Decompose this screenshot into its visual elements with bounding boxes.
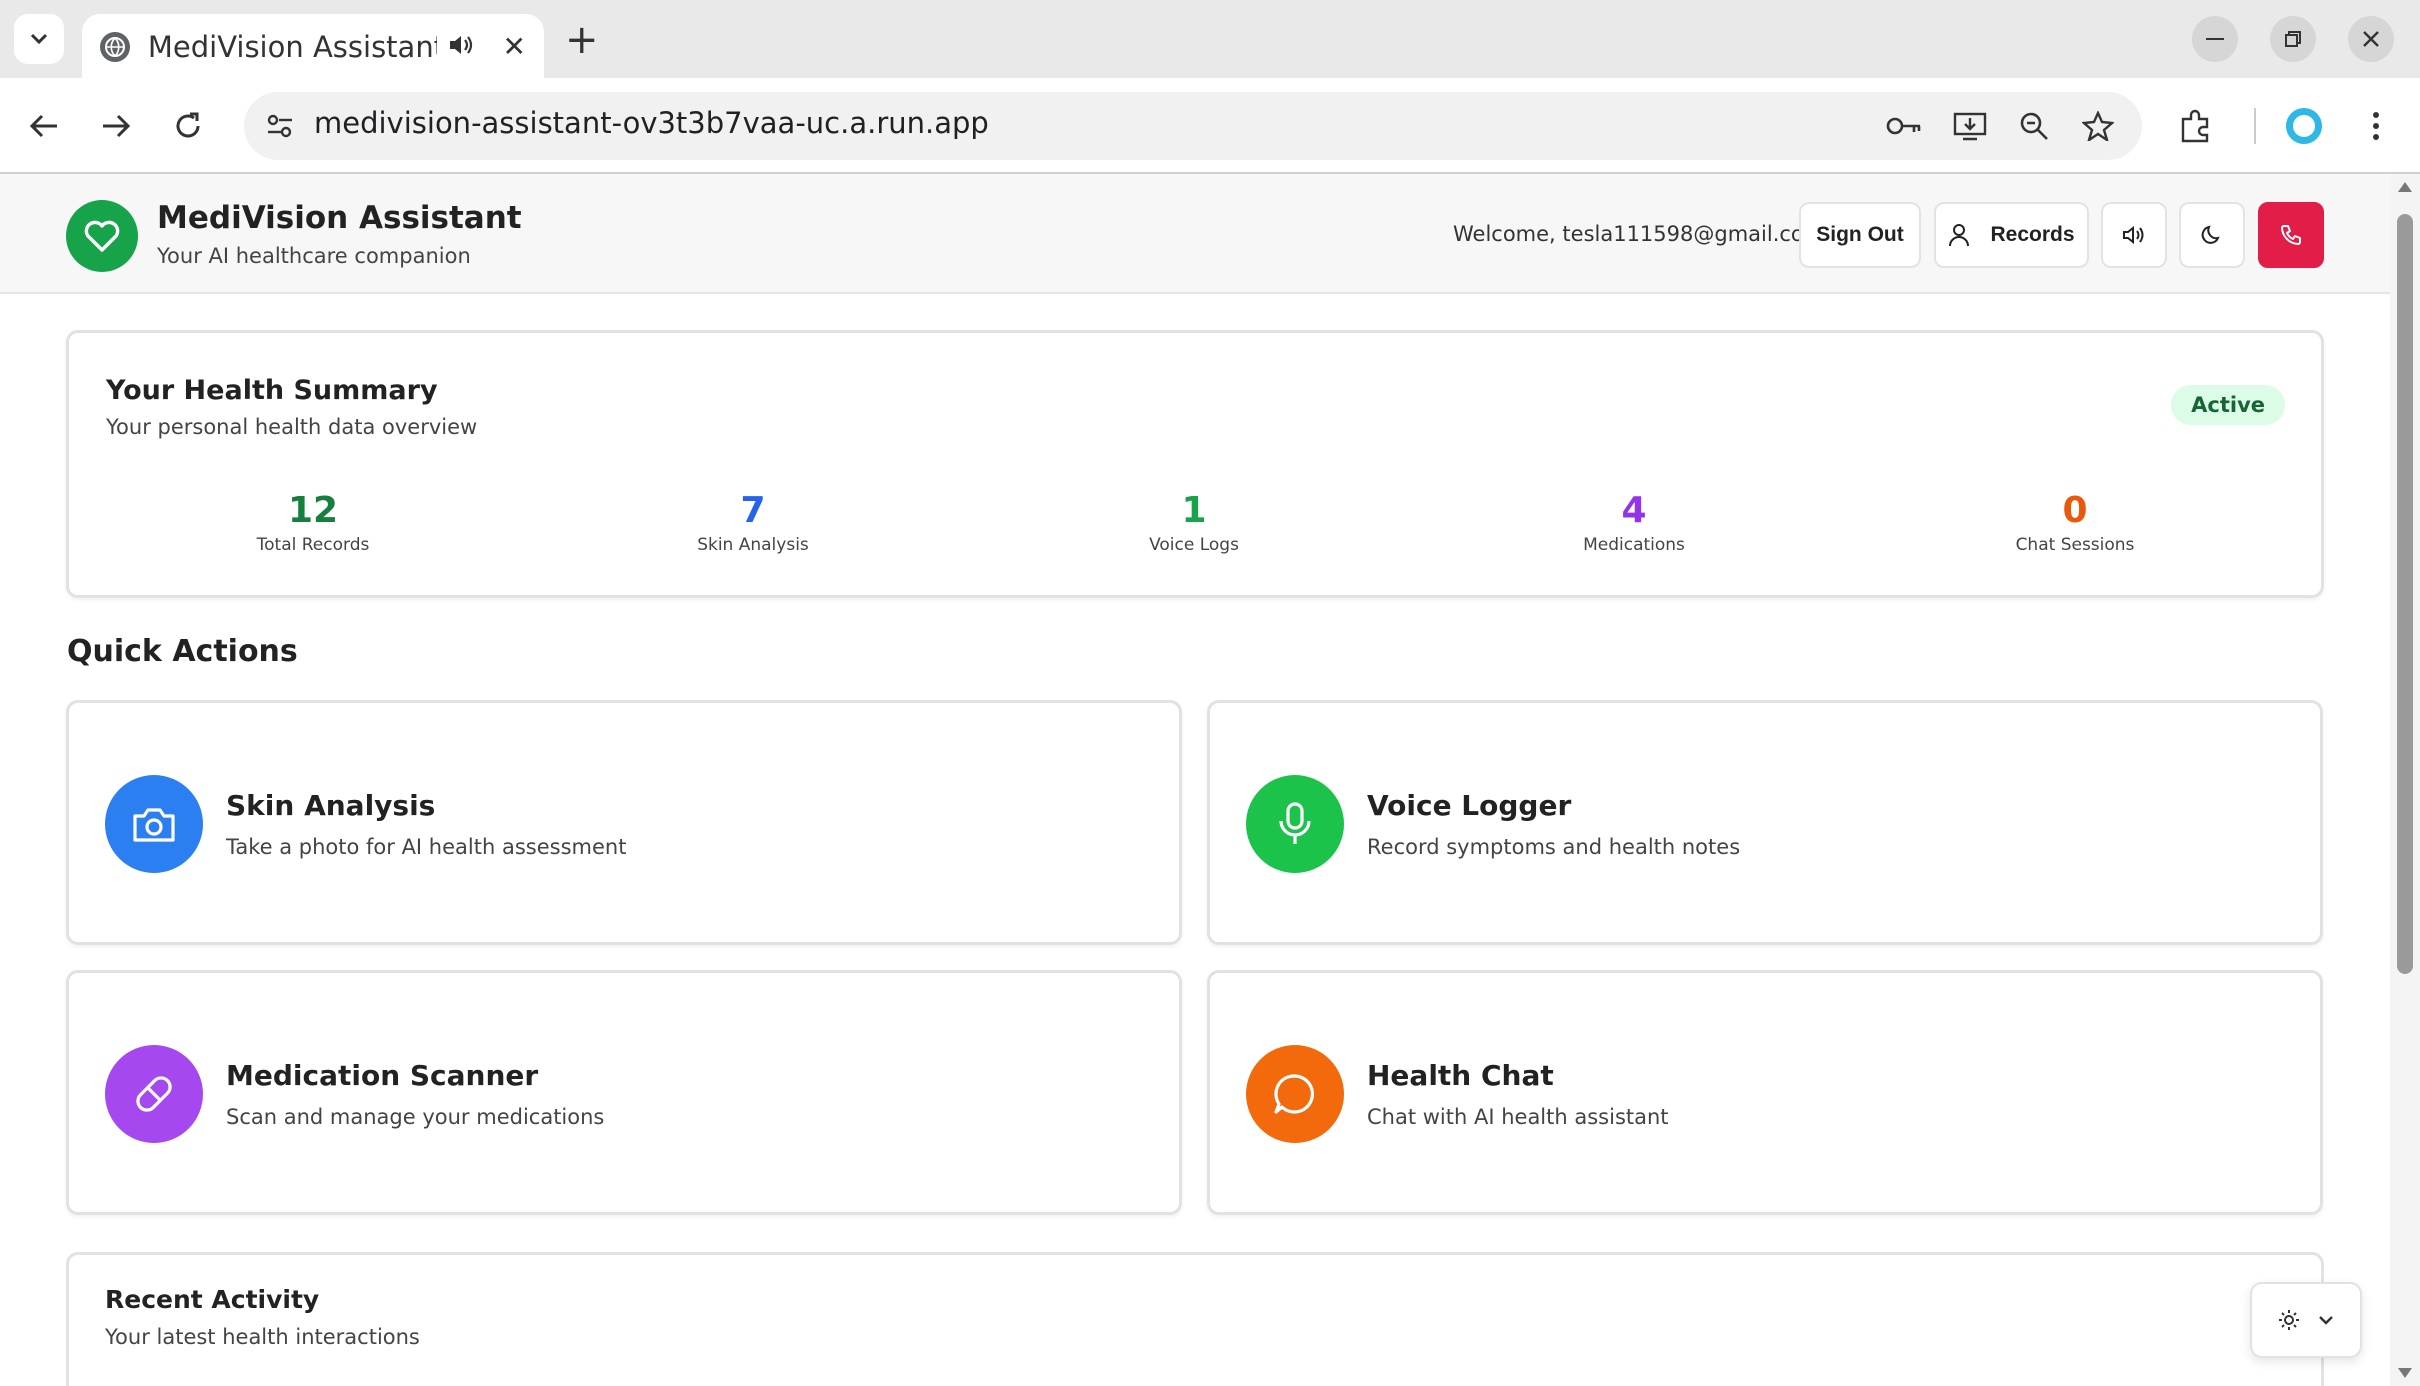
url-text: medivision-assistant-ov3t3b7vaa-uc.a.run… — [314, 106, 989, 140]
close-window-icon[interactable] — [2348, 16, 2394, 62]
scroll-down-arrow-icon[interactable] — [2398, 1368, 2412, 1378]
toolbar-separator — [2254, 108, 2256, 144]
stat-medications: 4 Medications — [1484, 490, 1784, 556]
action-description: Take a photo for AI health assessment — [226, 835, 627, 859]
app-header: MediVision Assistant Your AI healthcare … — [0, 174, 2390, 294]
tune-icon[interactable] — [260, 106, 300, 146]
gear-icon — [2279, 1310, 2299, 1330]
records-button[interactable]: Records — [1934, 202, 2089, 268]
emergency-call-button[interactable] — [2258, 202, 2324, 268]
pill-icon — [105, 1045, 203, 1143]
action-description: Chat with AI health assistant — [1367, 1105, 1669, 1129]
stat-label: Total Records — [256, 535, 370, 555]
star-icon[interactable] — [2078, 106, 2118, 146]
heart-logo-icon — [66, 200, 138, 272]
stat-chat-sessions: 0 Chat Sessions — [1925, 490, 2225, 556]
records-label: Records — [1990, 223, 2075, 246]
medication-scanner-card[interactable]: Medication Scanner Scan and manage your … — [66, 970, 1182, 1215]
app-title: MediVision Assistant — [157, 200, 522, 236]
recent-activity-card: Recent Activity Your latest health inter… — [66, 1252, 2324, 1386]
action-title: Voice Logger — [1367, 789, 1572, 822]
globe-icon — [100, 32, 130, 62]
action-description: Record symptoms and health notes — [1367, 835, 1741, 859]
stat-label: Skin Analysis — [697, 535, 809, 555]
app-subtitle: Your AI healthcare companion — [157, 244, 471, 268]
profile-icon[interactable] — [2286, 108, 2322, 144]
phone-icon — [2281, 225, 2301, 245]
minimize-icon[interactable] — [2192, 16, 2238, 62]
extensions-icon[interactable] — [2176, 106, 2216, 146]
forward-icon[interactable] — [96, 106, 136, 146]
back-icon[interactable] — [24, 106, 64, 146]
tab-list-icon — [30, 33, 48, 45]
stat-value: 4 — [1621, 490, 1647, 531]
audio-toggle-button[interactable] — [2101, 202, 2167, 268]
scroll-up-arrow-icon[interactable] — [2398, 182, 2412, 192]
browser-toolbar: medivision-assistant-ov3t3b7vaa-uc.a.run… — [0, 78, 2420, 174]
microphone-icon — [1246, 775, 1344, 873]
status-badge: Active — [2171, 385, 2285, 425]
browser-tabstrip: MediVision Assistant ✕ + — [0, 0, 2420, 80]
stat-label: Medications — [1583, 535, 1685, 555]
menu-icon[interactable] — [2356, 106, 2396, 146]
quick-actions-title: Quick Actions — [67, 634, 298, 669]
stat-value: 7 — [740, 490, 766, 531]
install-icon[interactable] — [1950, 106, 1990, 146]
dark-mode-button[interactable] — [2179, 202, 2245, 268]
summary-subtitle: Your personal health data overview — [106, 415, 478, 439]
voice-logger-card[interactable]: Voice Logger Record symptoms and health … — [1207, 700, 2323, 945]
skin-analysis-card[interactable]: Skin Analysis Take a photo for AI health… — [66, 700, 1182, 945]
zoom-icon[interactable] — [2014, 106, 2054, 146]
stat-value: 0 — [2062, 490, 2088, 531]
health-chat-card[interactable]: Health Chat Chat with AI health assistan… — [1207, 970, 2323, 1215]
speaker-icon[interactable] — [447, 33, 475, 61]
user-icon — [1949, 224, 1970, 247]
sign-out-button[interactable]: Sign Out — [1799, 202, 1921, 268]
speaker-icon — [2123, 225, 2144, 245]
recent-subtitle: Your latest health interactions — [105, 1325, 420, 1349]
tab-list-button[interactable] — [14, 14, 64, 64]
reload-icon[interactable] — [168, 106, 208, 146]
chevron-down-icon — [2319, 1316, 2333, 1325]
stat-value: 12 — [287, 490, 339, 531]
accessibility-settings-button[interactable] — [2250, 1282, 2362, 1358]
scrollbar-thumb[interactable] — [2397, 214, 2413, 974]
stat-voice-logs: 1 Voice Logs — [1044, 490, 1344, 556]
action-title: Health Chat — [1367, 1059, 1554, 1092]
recent-title: Recent Activity — [105, 1285, 320, 1314]
camera-icon — [105, 775, 203, 873]
stat-skin-analysis: 7 Skin Analysis — [603, 490, 903, 556]
stat-total-records: 12 Total Records — [163, 490, 463, 556]
chat-icon — [1246, 1045, 1344, 1143]
stat-label: Voice Logs — [1149, 535, 1239, 555]
tab-title: MediVision Assistant — [147, 30, 437, 64]
key-icon[interactable] — [1884, 106, 1924, 146]
browser-tab[interactable]: MediVision Assistant ✕ — [82, 14, 544, 80]
page-scrollbar[interactable] — [2390, 174, 2420, 1386]
close-icon[interactable]: ✕ — [503, 33, 526, 61]
moon-icon — [2201, 225, 2220, 244]
health-summary-card: Your Health Summary Your personal health… — [66, 330, 2324, 598]
address-bar[interactable]: medivision-assistant-ov3t3b7vaa-uc.a.run… — [244, 92, 2142, 160]
plus-icon[interactable]: + — [565, 20, 599, 60]
action-title: Skin Analysis — [226, 789, 436, 822]
action-title: Medication Scanner — [226, 1059, 539, 1092]
action-description: Scan and manage your medications — [226, 1105, 605, 1129]
summary-title: Your Health Summary — [106, 375, 438, 406]
stat-value: 1 — [1181, 490, 1207, 531]
restore-icon[interactable] — [2270, 16, 2316, 62]
stat-label: Chat Sessions — [2015, 535, 2135, 555]
welcome-text: Welcome, tesla111598@gmail.com — [1453, 222, 1825, 246]
